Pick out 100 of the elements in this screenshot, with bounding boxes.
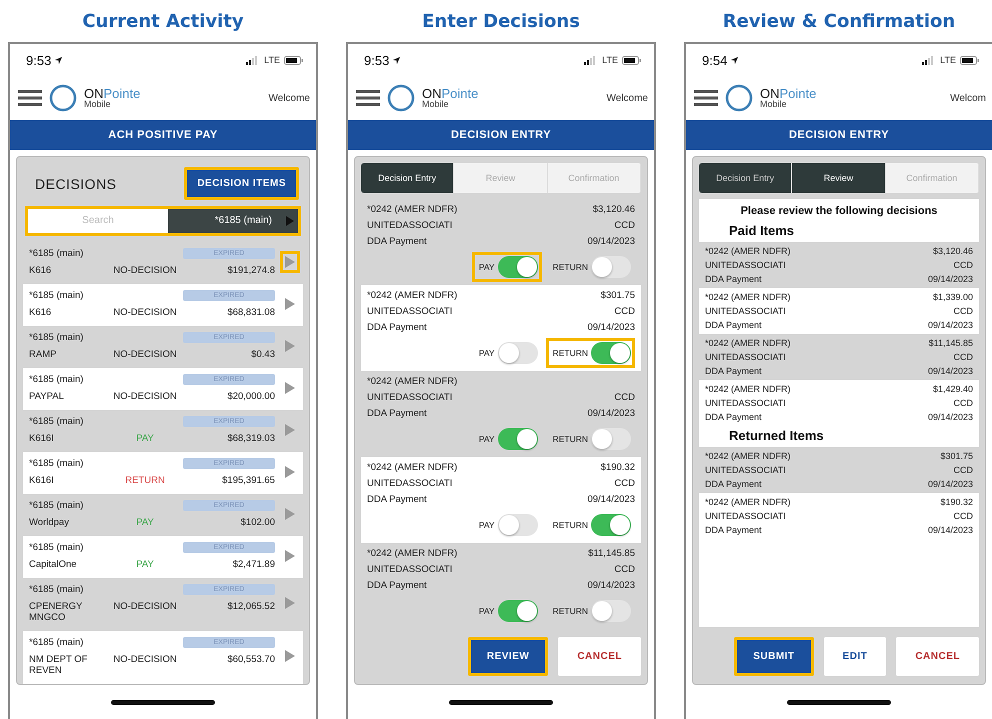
action-button[interactable]: DECISION ITEMS bbox=[184, 167, 299, 200]
account-text: *0242 (AMER NDFR) bbox=[367, 548, 458, 559]
amount-text: $102.00 bbox=[240, 516, 275, 528]
amount-text: $2,471.89 bbox=[232, 558, 275, 570]
location-arrow-icon bbox=[730, 56, 740, 64]
date-text: 09/14/2023 bbox=[928, 366, 973, 376]
account-text: *6185 (main) bbox=[29, 584, 84, 595]
amount-text: $191,274.8 bbox=[226, 264, 275, 276]
date-text: 09/14/2023 bbox=[587, 408, 635, 419]
payee-text: UNITEDASSOCIATI bbox=[367, 564, 454, 575]
account-text: *6185 (main) bbox=[29, 374, 84, 385]
account-text: *6185 (main) bbox=[29, 500, 84, 511]
amount-text: $3,120.46 bbox=[592, 204, 635, 215]
toggle-label: RETURN bbox=[552, 348, 588, 358]
payee-text: UNITEDASSOCIATI bbox=[705, 260, 787, 270]
payee-text: K616I bbox=[29, 432, 55, 444]
amount-text: $11,145.85 bbox=[587, 548, 635, 559]
toggle-switch[interactable] bbox=[591, 256, 631, 278]
toggle-label: PAY bbox=[478, 606, 495, 616]
description-text: DDA Payment bbox=[705, 479, 763, 489]
payee-text: K616I bbox=[29, 474, 55, 486]
toggle-switch[interactable] bbox=[591, 514, 631, 536]
page-title-bar: DECISION ENTRY bbox=[686, 120, 992, 150]
action-button[interactable]: REVIEW bbox=[468, 637, 548, 676]
location-arrow-icon bbox=[392, 56, 402, 64]
step-tab[interactable]: Review bbox=[792, 163, 886, 193]
page-title-bar: DECISION ENTRY bbox=[348, 120, 654, 150]
payee-text: UNITEDASSOCIATI bbox=[367, 392, 454, 403]
menu-icon[interactable] bbox=[18, 90, 42, 106]
toggle-switch[interactable] bbox=[498, 342, 538, 364]
row-arrow-button[interactable] bbox=[280, 250, 300, 273]
status-time: 9:54 bbox=[702, 52, 728, 68]
decision-text: NO-DECISION bbox=[112, 348, 178, 360]
amount-text: $301.75 bbox=[600, 290, 635, 301]
payee-text: Worldpay bbox=[29, 516, 70, 528]
right-triangle-icon bbox=[284, 424, 295, 436]
logo-text: ONPointe bbox=[422, 87, 478, 100]
right-triangle-icon bbox=[284, 508, 295, 520]
account-text: *0242 (AMER NDFR) bbox=[705, 246, 792, 256]
network-label: LTE bbox=[602, 55, 618, 65]
menu-icon[interactable] bbox=[694, 90, 718, 106]
account-text: *0242 (AMER NDFR) bbox=[705, 451, 792, 461]
payee-text: UNITEDASSOCIATI bbox=[705, 306, 787, 316]
payee-text: UNITEDASSOCIATI bbox=[367, 220, 454, 231]
date-text: 09/14/2023 bbox=[587, 322, 635, 333]
description-text: DDA Payment bbox=[367, 236, 428, 247]
decision-text: PAY bbox=[135, 516, 155, 528]
date-text: 09/14/2023 bbox=[928, 274, 973, 284]
payee-text: K616 bbox=[29, 306, 52, 318]
toggle-switch[interactable] bbox=[591, 428, 631, 450]
amount-text: $68,831.08 bbox=[226, 306, 275, 318]
account-text: *6185 (main) bbox=[29, 332, 84, 343]
account-selector[interactable]: *6185 (main) bbox=[168, 209, 298, 233]
account-text: *0242 (AMER NDFR) bbox=[705, 338, 792, 348]
date-text: 09/14/2023 bbox=[587, 494, 635, 505]
decision-text: NO-DECISION bbox=[112, 264, 178, 276]
account-text: *0242 (AMER NDFR) bbox=[705, 292, 792, 302]
toggle-switch[interactable] bbox=[498, 428, 538, 450]
action-button[interactable]: SUBMIT bbox=[734, 637, 814, 676]
battery-icon bbox=[960, 56, 980, 64]
right-triangle-icon bbox=[284, 550, 295, 562]
date-text: 09/14/2023 bbox=[587, 236, 635, 247]
toggle-switch[interactable] bbox=[498, 256, 538, 278]
amount-text: $3,120.46 bbox=[932, 246, 973, 256]
toggle-switch[interactable] bbox=[591, 342, 631, 364]
logo-subtitle: Mobile bbox=[422, 100, 450, 109]
step-tab[interactable]: Decision Entry bbox=[361, 163, 454, 193]
search-field[interactable]: Search bbox=[28, 209, 168, 233]
description-text: DDA Payment bbox=[705, 274, 763, 284]
toggle-switch[interactable] bbox=[591, 600, 631, 622]
toggle-label: PAY bbox=[478, 348, 495, 358]
amount-text: $12,065.52 bbox=[226, 600, 275, 614]
payee-text: UNITEDASSOCIATI bbox=[367, 478, 454, 489]
action-button[interactable]: EDIT bbox=[824, 637, 886, 676]
toggle-label: RETURN bbox=[552, 434, 588, 444]
toggle-switch[interactable] bbox=[498, 600, 538, 622]
description-text: DDA Payment bbox=[705, 320, 763, 330]
amount-text: $11,145.85 bbox=[928, 338, 973, 348]
code-text: CCD bbox=[613, 306, 635, 317]
toggle-label: PAY bbox=[478, 434, 495, 444]
step-tab[interactable]: Decision Entry bbox=[699, 163, 792, 193]
code-text: CCD bbox=[952, 306, 973, 316]
date-text: 09/14/2023 bbox=[928, 479, 973, 489]
amount-text: $60,553.70 bbox=[226, 654, 275, 667]
menu-icon[interactable] bbox=[356, 90, 380, 106]
battery-icon bbox=[284, 56, 304, 64]
payee-text: UNITEDASSOCIATI bbox=[705, 465, 787, 475]
decision-text: NO-DECISION bbox=[112, 600, 178, 614]
code-text: CCD bbox=[613, 564, 635, 575]
payee-text: PAYPAL bbox=[29, 390, 65, 402]
decision-text: PAY bbox=[135, 432, 155, 444]
account-text: *0242 (AMER NDFR) bbox=[367, 204, 458, 215]
description-text: DDA Payment bbox=[367, 494, 428, 505]
account-text: *0242 (AMER NDFR) bbox=[367, 462, 458, 473]
code-text: CCD bbox=[613, 478, 635, 489]
battery-icon bbox=[622, 56, 642, 64]
action-button[interactable]: CANCEL bbox=[558, 637, 641, 676]
action-button[interactable]: CANCEL bbox=[896, 637, 979, 676]
toggle-switch[interactable] bbox=[498, 514, 538, 536]
description-text: DDA Payment bbox=[705, 412, 763, 422]
